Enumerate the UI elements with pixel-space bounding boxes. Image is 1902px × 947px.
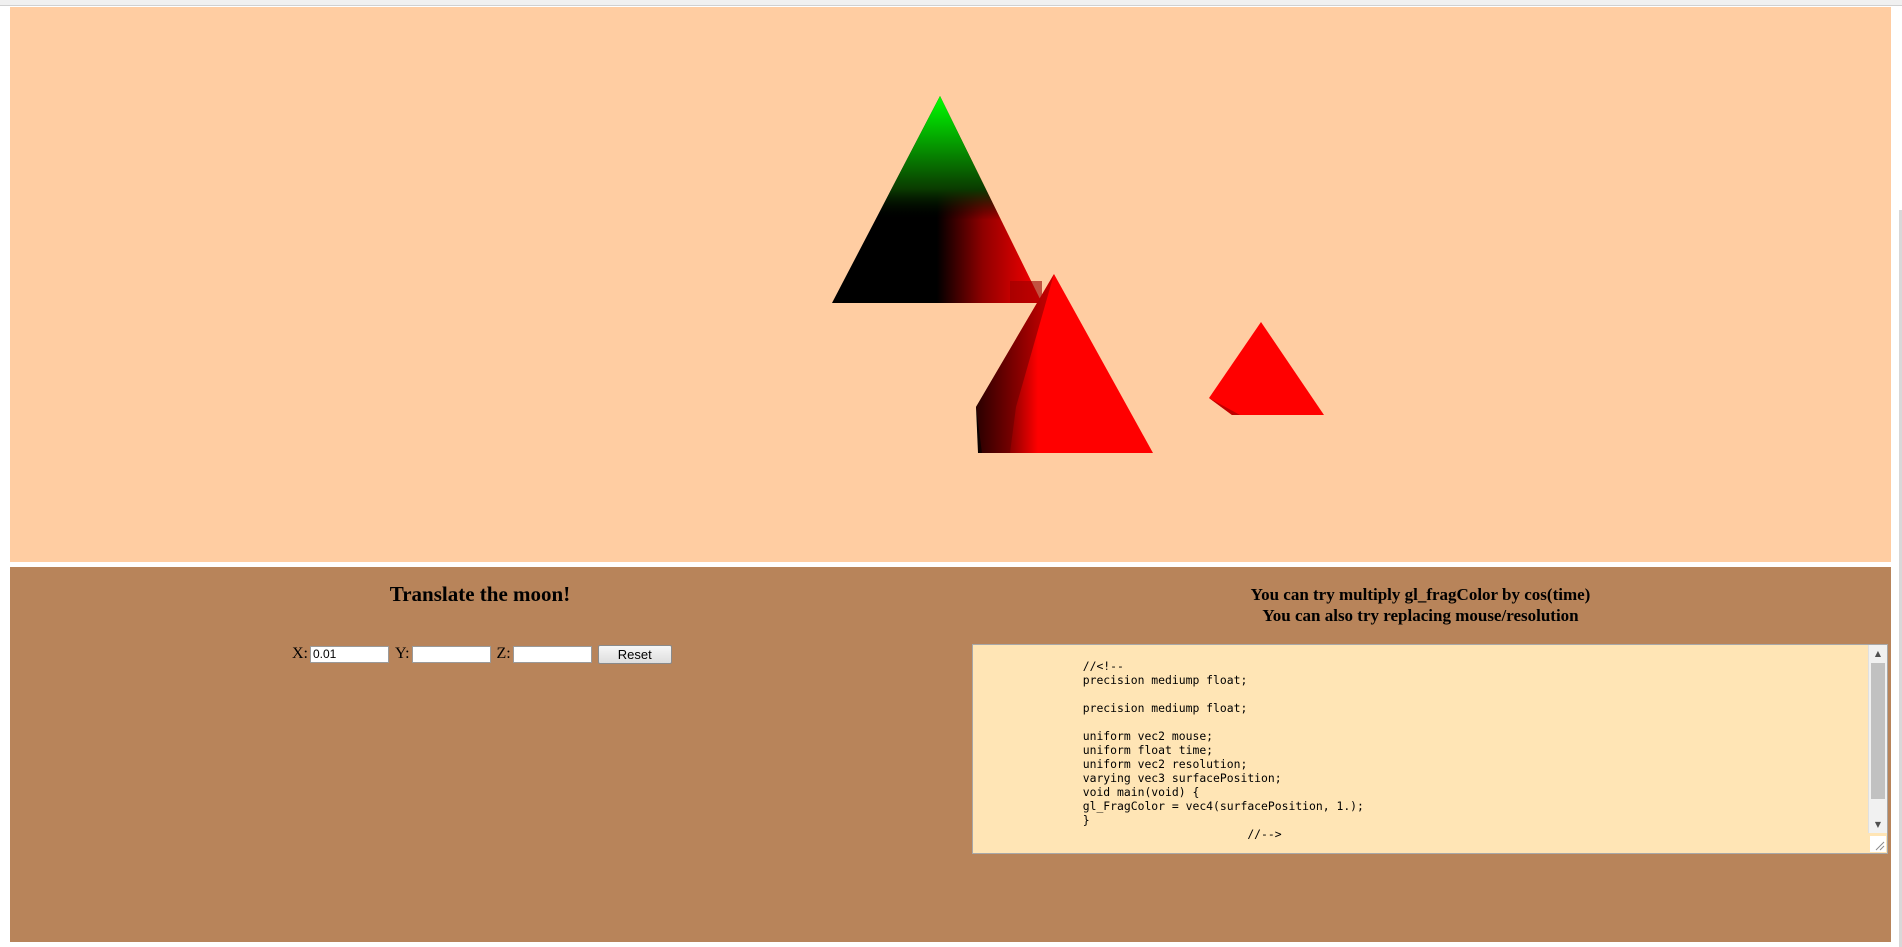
translate-title: Translate the moon! (389, 582, 571, 606)
resize-grip-icon[interactable] (1870, 836, 1886, 852)
browser-top-edge (0, 0, 1902, 6)
reset-button[interactable]: Reset (597, 644, 672, 664)
code-scrollbar[interactable]: ▲ ▼ (1868, 645, 1887, 833)
y-input[interactable] (411, 645, 491, 663)
shader-hint-1: You can try multiply gl_fragColor by cos… (1250, 585, 1591, 604)
page: Translate the moon! X: Y: Z: Reset You c… (0, 0, 1902, 947)
pyramid-large (832, 96, 1042, 303)
scroll-down-icon[interactable]: ▼ (1869, 816, 1887, 833)
moon-pyramid (1209, 322, 1324, 415)
shader-hint-2: You can also try replacing mouse/resolut… (1262, 606, 1579, 625)
x-input[interactable] (310, 645, 389, 663)
scroll-up-icon[interactable]: ▲ (1869, 645, 1887, 662)
z-label: Z: (496, 645, 511, 662)
z-input[interactable] (512, 645, 592, 663)
translate-inputs: X: Y: Z: Reset (292, 644, 672, 664)
shader-panel: You can try multiply gl_fragColor by cos… (950, 567, 1891, 942)
translate-panel: Translate the moon! X: Y: Z: Reset (10, 567, 950, 942)
shader-code-textarea[interactable]: //<!-- precision mediump float; precisio… (972, 644, 1888, 854)
scroll-thumb[interactable] (1871, 663, 1885, 799)
scene-svg (832, 96, 1324, 453)
y-label: Y: (395, 645, 410, 662)
controls-panel: Translate the moon! X: Y: Z: Reset You c… (10, 567, 1891, 942)
x-label: X: (292, 645, 308, 662)
resize-grip-svg (1875, 841, 1885, 851)
shader-code[interactable]: //<!-- precision mediump float; precisio… (973, 645, 1867, 853)
webgl-canvas[interactable] (10, 7, 1891, 562)
